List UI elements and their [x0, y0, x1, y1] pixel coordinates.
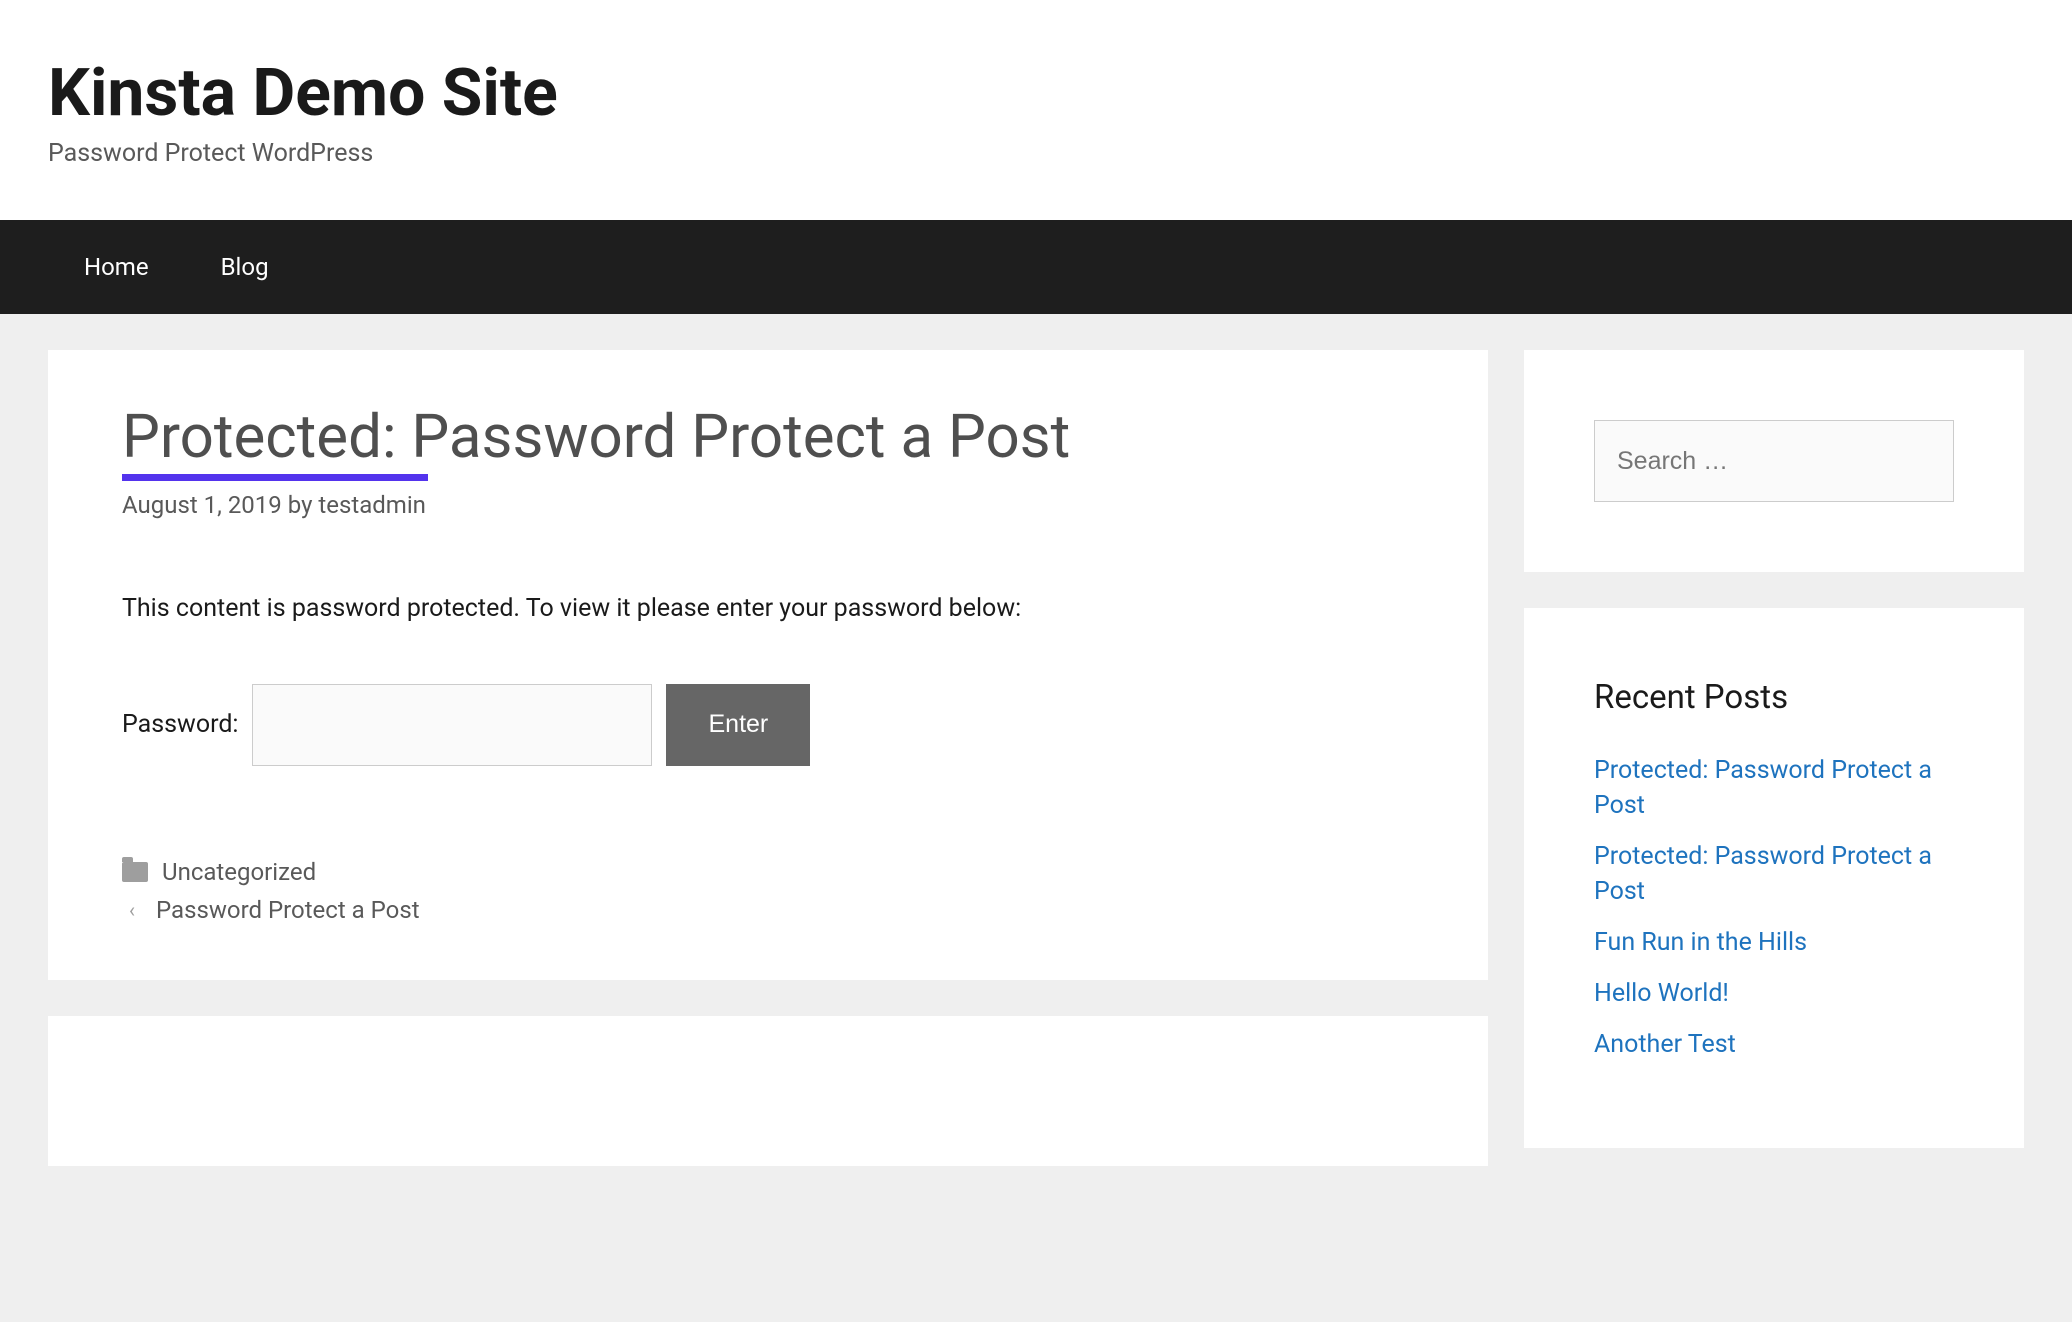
- recent-post-link[interactable]: Hello World!: [1594, 979, 1729, 1008]
- enter-button[interactable]: Enter: [666, 684, 810, 766]
- site-description: Password Protect WordPress: [48, 139, 2024, 168]
- recent-posts-widget: Recent Posts Protected: Password Protect…: [1524, 608, 2024, 1148]
- site-title[interactable]: Kinsta Demo Site: [48, 58, 2024, 129]
- prev-post-link[interactable]: Password Protect a Post: [156, 896, 420, 924]
- search-input[interactable]: [1594, 420, 1954, 502]
- post-title-wrap: Protected: Password Protect a Post: [122, 402, 1414, 471]
- site-content: Protected: Password Protect a Post Augus…: [0, 314, 2072, 1201]
- site-header: Kinsta Demo Site Password Protect WordPr…: [0, 0, 2072, 220]
- search-widget: [1524, 350, 2024, 572]
- post-date: August 1, 2019: [122, 491, 282, 519]
- folder-icon: [122, 862, 148, 882]
- list-item: Protected: Password Protect a Post: [1594, 839, 1954, 909]
- post-title: Protected: Password Protect a Post: [122, 402, 1070, 471]
- list-item: Hello World!: [1594, 976, 1954, 1011]
- recent-post-link[interactable]: Fun Run in the Hills: [1594, 928, 1807, 957]
- recent-post-link[interactable]: Another Test: [1594, 1030, 1736, 1059]
- spacer-card: [48, 1016, 1488, 1166]
- post-meta: August 1, 2019 by testadmin: [122, 491, 1414, 519]
- sidebar: Recent Posts Protected: Password Protect…: [1524, 350, 2024, 1148]
- post-title-underline: [122, 474, 428, 481]
- main-nav: Home Blog: [0, 220, 2072, 314]
- recent-posts-title: Recent Posts: [1594, 678, 1954, 717]
- recent-post-link[interactable]: Protected: Password Protect a Post: [1594, 756, 1932, 820]
- recent-post-link[interactable]: Protected: Password Protect a Post: [1594, 842, 1932, 906]
- list-item: Another Test: [1594, 1027, 1954, 1062]
- list-item: Protected: Password Protect a Post: [1594, 753, 1954, 823]
- category-row: Uncategorized: [122, 858, 1414, 886]
- chevron-left-icon: ‹: [122, 900, 142, 920]
- category-link[interactable]: Uncategorized: [162, 858, 316, 886]
- post-footer: Uncategorized ‹ Password Protect a Post: [122, 858, 1414, 924]
- password-form: Password: Enter: [122, 684, 1414, 766]
- password-input[interactable]: [252, 684, 652, 766]
- post-card: Protected: Password Protect a Post Augus…: [48, 350, 1488, 979]
- password-label: Password:: [122, 710, 238, 739]
- list-item: Fun Run in the Hills: [1594, 925, 1954, 960]
- content-area: Protected: Password Protect a Post Augus…: [48, 350, 1488, 1165]
- post-body: This content is password protected. To v…: [122, 591, 1414, 627]
- nav-item-home[interactable]: Home: [48, 220, 185, 314]
- recent-posts-list: Protected: Password Protect a Post Prote…: [1594, 753, 1954, 1062]
- post-author: testadmin: [318, 491, 426, 519]
- prev-post-row: ‹ Password Protect a Post: [122, 896, 1414, 924]
- nav-item-blog[interactable]: Blog: [185, 220, 305, 314]
- byline-prefix: by: [288, 491, 313, 519]
